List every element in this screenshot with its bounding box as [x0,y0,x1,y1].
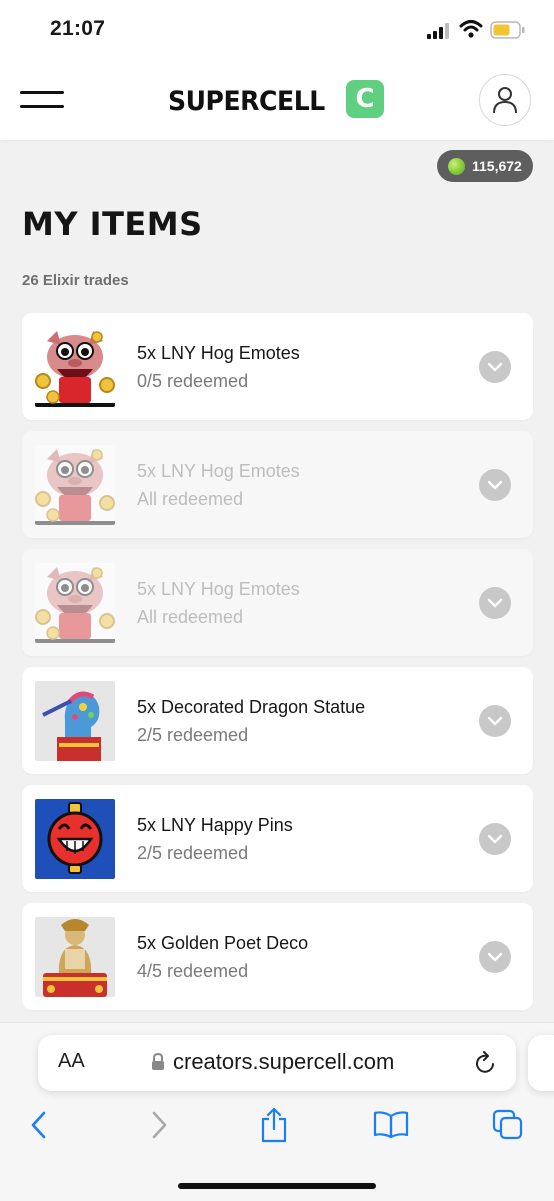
hog-emote-icon [35,445,115,525]
status-bar: 21:07 [0,0,554,60]
golden-poet-icon [35,917,115,997]
item-redeem-status: 4/5 redeemed [137,961,249,981]
item-redeem-status: 0/5 redeemed [137,371,249,391]
elixir-balance-badge: 115,672 [437,150,533,182]
expand-button[interactable] [479,469,511,501]
item-thumbnail [35,327,115,407]
lock-icon [152,1053,164,1070]
item-redeem-status: 2/5 redeemed [137,725,249,745]
item-card[interactable]: 5x Decorated Dragon Statue 2/5 redeemed [22,667,533,774]
user-icon [493,87,517,114]
happy-lantern-pin-icon [35,799,115,879]
item-thumbnail [35,563,115,643]
hog-emote-icon [35,563,115,643]
cellular-signal-icon [427,23,449,39]
item-redeem-status: All redeemed [137,607,244,627]
item-name: 5x LNY Hog Emotes [137,343,300,363]
item-card[interactable]: 5x LNY Hog Emotes 0/5 redeemed [22,313,533,420]
expand-button[interactable] [479,705,511,737]
dragon-statue-icon [35,681,115,761]
battery-icon [490,21,525,39]
item-name: 5x Golden Poet Deco [137,933,309,953]
home-indicator [178,1183,376,1189]
chevron-down-icon [487,952,503,962]
back-chevron-icon[interactable] [28,1109,50,1141]
items-list: 5x LNY Hog Emotes 0/5 redeemed 5x LNY Ho… [22,313,533,1021]
site-header: SUPERCELL C [0,60,554,140]
creator-badge-icon: C [346,80,384,118]
bookmarks-book-icon[interactable] [373,1111,409,1139]
item-name: 5x Decorated Dragon Statue [137,697,366,717]
forward-chevron-icon[interactable] [148,1109,170,1141]
item-name: 5x LNY Hog Emotes [137,579,300,599]
address-bar[interactable]: AA creators.supercell.com [38,1035,516,1091]
status-time: 21:07 [50,17,106,40]
trade-count: 26 Elixir trades [22,272,129,289]
elixir-drop-icon [448,157,465,175]
brand-name: SUPERCELL [168,85,325,117]
expand-button[interactable] [479,587,511,619]
expand-button[interactable] [479,351,511,383]
item-card[interactable]: 5x LNY Happy Pins 2/5 redeemed [22,785,533,892]
wifi-icon [459,20,483,38]
browser-toolbar: AA creators.supercell.com [0,1022,554,1201]
page-settings-label: AA [58,1050,85,1072]
item-thumbnail [35,917,115,997]
item-thumbnail [35,799,115,879]
page-settings-button[interactable]: AA [58,1050,85,1073]
item-thumbnail [35,445,115,525]
item-redeem-status: 2/5 redeemed [137,843,249,863]
supercell-logo[interactable]: SUPERCELL C [168,80,384,122]
hamburger-menu-button[interactable] [20,88,66,112]
item-redeem-status: All redeemed [137,489,244,509]
chevron-down-icon [487,362,503,372]
chevron-down-icon [487,598,503,608]
hog-emote-icon [35,327,115,407]
url-text: creators.supercell.com [173,1049,395,1074]
item-thumbnail [35,681,115,761]
expand-button[interactable] [479,941,511,973]
tabs-icon[interactable] [492,1109,524,1141]
reload-icon[interactable] [475,1051,497,1075]
profile-button[interactable] [479,74,531,126]
expand-button[interactable] [479,823,511,855]
share-icon[interactable] [259,1107,289,1143]
item-name: 5x LNY Happy Pins [137,815,293,835]
chevron-down-icon [487,716,503,726]
chevron-down-icon [487,834,503,844]
item-name: 5x LNY Hog Emotes [137,461,300,481]
item-card[interactable]: 5x LNY Hog Emotes All redeemed [22,431,533,538]
page-title: MY ITEMS [22,205,203,243]
next-tab-address-bar[interactable] [528,1035,554,1091]
chevron-down-icon [487,480,503,490]
item-card[interactable]: 5x LNY Hog Emotes All redeemed [22,549,533,656]
elixir-balance: 115,672 [472,158,522,174]
item-card[interactable]: 5x Golden Poet Deco 4/5 redeemed [22,903,533,1010]
